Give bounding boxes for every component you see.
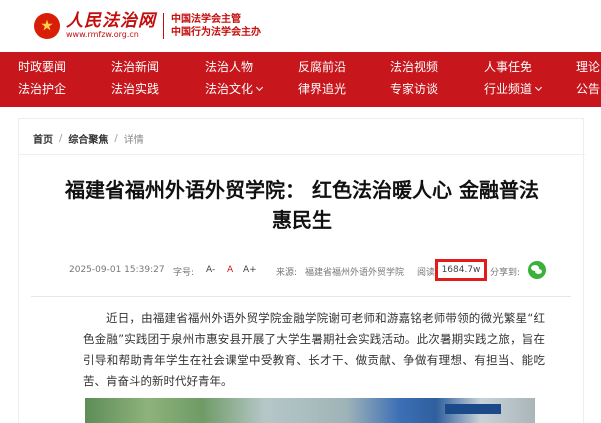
nav-item-industry[interactable]: 行业频道 <box>484 82 543 96</box>
breadcrumb-home[interactable]: 首页 <box>33 131 53 146</box>
breadcrumb-current: 详情 <box>123 135 144 146</box>
nav-item-lawyers[interactable]: 律界追光 <box>298 82 346 96</box>
article-paragraph: 近日，由福建省福州外语外贸学院金融学院谢可老师和游嘉铭老师带领的微光繁星“红色金… <box>83 311 545 388</box>
font-size-small-button[interactable]: A- <box>206 265 215 275</box>
nav-item-law-news[interactable]: 法治新闻 <box>111 60 159 74</box>
photo-signboard <box>445 404 501 414</box>
wechat-share-icon[interactable] <box>528 261 546 279</box>
nav-item-law-people[interactable]: 法治人物 <box>205 60 253 74</box>
font-size-medium-button[interactable]: A <box>227 265 233 275</box>
site-header: 人民法治网 www.rmfzw.org.cn 中国法学会主管 中国行为法学会主办 <box>0 0 601 52</box>
article-photo <box>85 398 535 423</box>
article-container: 首页 / 综合聚焦 / 详情 福建省福州外语外贸学院： 红色法治暖人心 金融普法… <box>18 118 585 423</box>
share-label: 分享到: <box>490 268 521 278</box>
source-label: 来源: <box>276 268 298 278</box>
breadcrumb-separator: / <box>114 133 118 144</box>
nav-item-theory[interactable]: 理论 <box>576 60 600 74</box>
article-title: 福建省福州外语外贸学院： 红色法治暖人心 金融普法惠民生 <box>65 178 539 232</box>
site-logo[interactable]: 人民法治网 www.rmfzw.org.cn 中国法学会主管 中国行为法学会主办 <box>34 12 261 39</box>
brand-name: 人民法治网 <box>66 11 156 31</box>
views-label: 阅读 <box>417 268 436 278</box>
main-nav: 时政要闻 法治新闻 法治人物 反腐前沿 法治视频 人事任免 理论 法治护企 法治… <box>0 52 601 107</box>
font-size-label: 字号: <box>173 268 195 278</box>
breadcrumb-separator: / <box>59 133 63 144</box>
nav-item-industry-label: 行业频道 <box>484 82 533 96</box>
chevron-down-icon <box>534 83 543 92</box>
views-count: 1684.7w <box>441 265 481 275</box>
breadcrumb: 首页 / 综合聚焦 / 详情 <box>33 131 144 146</box>
sponsor-line-1: 中国法学会主管 <box>171 13 241 25</box>
nav-item-law-video[interactable]: 法治视频 <box>390 60 438 74</box>
nav-item-appointments[interactable]: 人事任免 <box>484 60 532 74</box>
nav-item-law-culture-label: 法治文化 <box>205 82 254 96</box>
national-emblem-icon <box>34 12 60 39</box>
meta-divider <box>31 296 571 297</box>
breadcrumb-divider <box>19 154 585 155</box>
nav-item-politics[interactable]: 时政要闻 <box>18 60 66 74</box>
nav-item-anticorruption[interactable]: 反腐前沿 <box>298 60 346 74</box>
views-count-highlight: 1684.7w <box>435 259 487 281</box>
nav-item-notices[interactable]: 公告 <box>576 82 600 96</box>
breadcrumb-section[interactable]: 综合聚焦 <box>68 131 108 146</box>
nav-item-protect-business[interactable]: 法治护企 <box>18 82 66 96</box>
nav-item-law-culture[interactable]: 法治文化 <box>205 82 264 96</box>
font-size-large-button[interactable]: A+ <box>243 265 257 275</box>
brand-url: www.rmfzw.org.cn <box>66 30 139 39</box>
sponsor-line-2: 中国行为法学会主办 <box>171 26 261 38</box>
article-source: 福建省福州外语外贸学院 <box>305 268 405 278</box>
article-meta: 2025-09-01 15:39:27 字号: A- A A+ 来源: 福建省福… <box>69 259 569 281</box>
chevron-down-icon <box>255 83 264 92</box>
header-divider <box>163 12 164 39</box>
publish-date: 2025-09-01 15:39:27 <box>69 265 165 275</box>
nav-item-expert-interview[interactable]: 专家访谈 <box>390 82 438 96</box>
nav-item-law-practice[interactable]: 法治实践 <box>111 82 159 96</box>
